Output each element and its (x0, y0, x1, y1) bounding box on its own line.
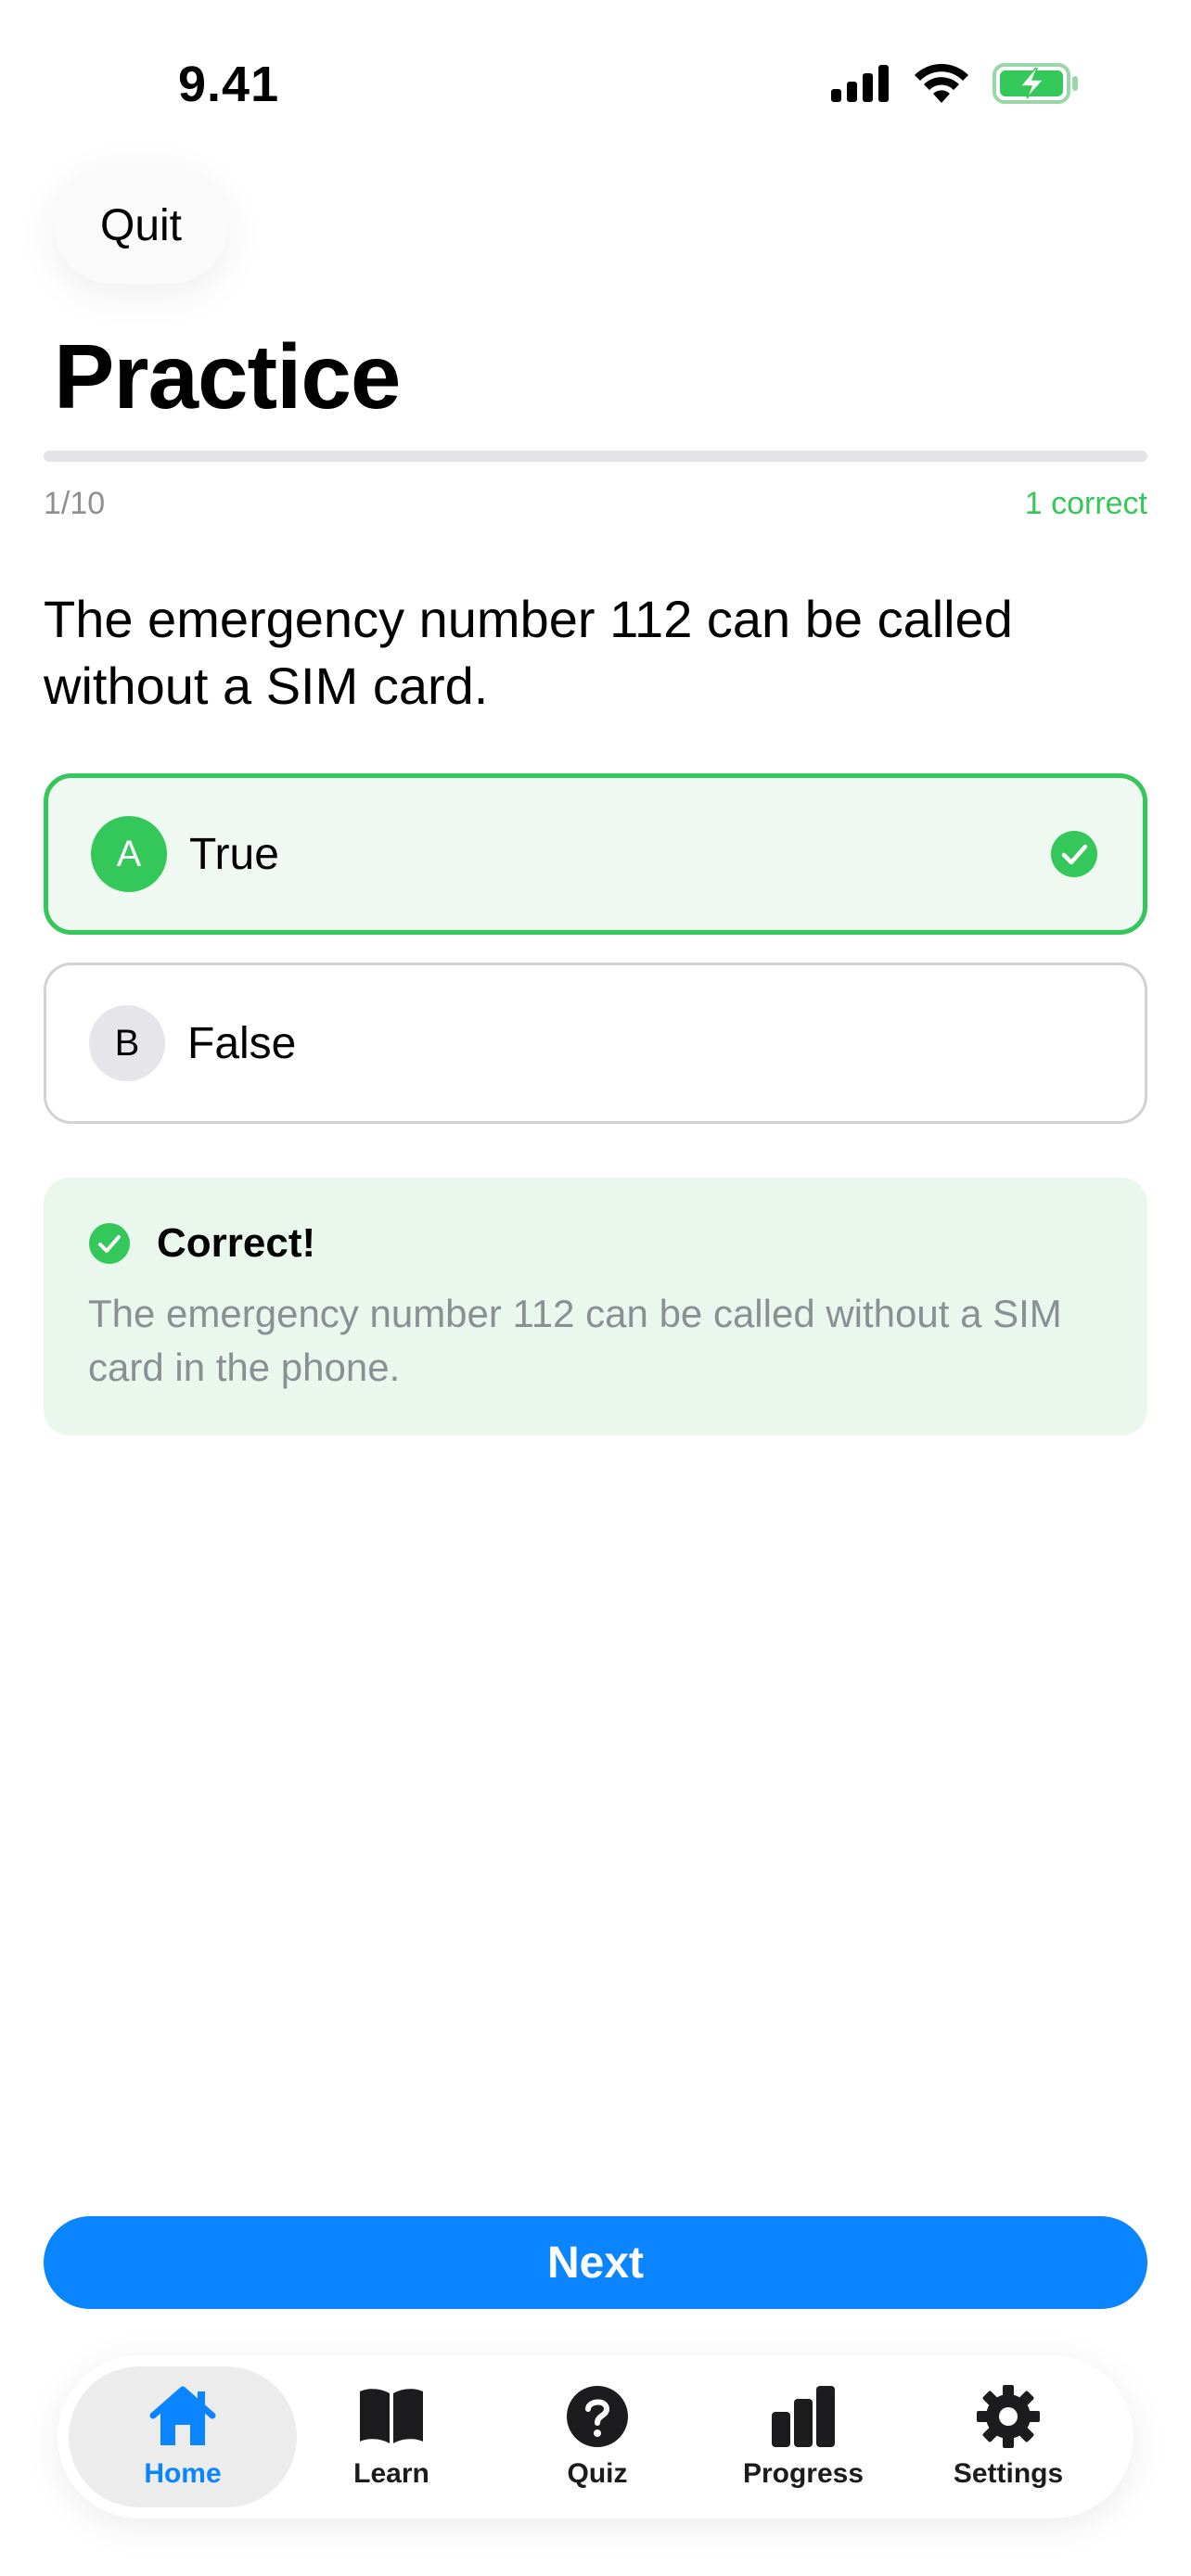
quit-button[interactable]: Quit (54, 167, 228, 284)
question-counter: 1/10 (44, 486, 106, 521)
option-label: False (187, 1018, 297, 1068)
tab-label: Home (144, 2458, 222, 2489)
bar-chart-icon (772, 2386, 835, 2447)
tab-bar: Home Learn Quiz Progress Settings (58, 2355, 1133, 2519)
checkmark-circle-icon (89, 1223, 130, 1264)
feedback-title: Correct! (157, 1220, 316, 1266)
tab-label: Learn (353, 2458, 429, 2489)
tab-label: Quiz (567, 2458, 628, 2489)
option-letter-badge: A (91, 816, 167, 892)
option-letter-badge: B (89, 1005, 165, 1081)
book-icon (360, 2389, 423, 2443)
question-text: The emergency number 112 can be called w… (44, 590, 1013, 715)
checkmark-circle-icon (1051, 831, 1097, 877)
status-icons (831, 63, 1080, 104)
answer-option-b[interactable]: B False (44, 963, 1147, 1124)
battery-charging-icon (992, 63, 1078, 104)
feedback-explanation: The emergency number 112 can be called w… (88, 1292, 1062, 1389)
option-label: True (189, 829, 279, 879)
tab-settings[interactable]: Settings (894, 2366, 1122, 2507)
tab-home[interactable]: Home (69, 2366, 297, 2507)
tab-progress[interactable]: Progress (689, 2366, 917, 2507)
correct-counter: 1 correct (1024, 486, 1147, 521)
tab-learn[interactable]: Learn (277, 2366, 506, 2507)
page-title: Practice (54, 325, 401, 427)
tab-quiz[interactable]: Quiz (483, 2366, 711, 2507)
progress-bar (44, 451, 1147, 462)
feedback-panel: Correct! The emergency number 112 can be… (44, 1178, 1147, 1435)
question-circle-icon (567, 2386, 628, 2447)
answer-option-a[interactable]: A True (44, 773, 1147, 935)
gear-icon (977, 2385, 1040, 2448)
house-icon (149, 2386, 216, 2445)
wifi-icon (915, 64, 968, 103)
status-time: 9.41 (178, 57, 280, 112)
cellular-signal-icon (831, 65, 889, 102)
tab-label: Progress (742, 2458, 864, 2489)
next-button[interactable]: Next (44, 2216, 1147, 2309)
status-bar: 9.41 (0, 0, 1191, 176)
feedback-header: Correct! (88, 1220, 1103, 1267)
tab-label: Settings (953, 2458, 1064, 2489)
